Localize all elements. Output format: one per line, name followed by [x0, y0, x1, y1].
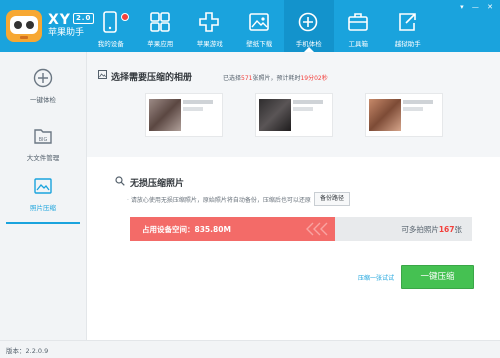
album-card[interactable]: [365, 93, 443, 137]
active-indicator: [6, 222, 80, 224]
gamepad-icon: [199, 12, 219, 32]
saved-suffix: 张: [454, 225, 463, 234]
nav-wallpaper-download[interactable]: 壁纸下载: [235, 0, 285, 52]
compress-description: · 请放心使用无损压缩照片，原始照片将自动备份，压缩后也可以还原: [127, 195, 311, 204]
album-card[interactable]: [145, 93, 223, 137]
compress-title: 无损压缩照片: [130, 179, 185, 189]
album-thumbnail: [149, 99, 181, 131]
info-prefix: 已选择: [223, 75, 242, 82]
nav-label: 壁纸下载: [246, 40, 273, 48]
time-estimate: 19分02秒: [300, 75, 328, 82]
nav-label: 工具箱: [348, 40, 369, 48]
top-nav-bar: XY2.0 苹果助手 我的设备 苹果应用 苹果游戏 壁纸下载 手机体检 工具箱: [0, 0, 500, 52]
album-thumbnail: [259, 99, 291, 131]
backup-path-button[interactable]: 备份路径: [314, 192, 350, 206]
nav-jailbreak-helper[interactable]: 越狱助手: [383, 0, 433, 52]
plus-circle-icon: [298, 12, 318, 32]
image-icon: [248, 13, 269, 31]
sidebar-item-one-click-check[interactable]: 一键体检: [0, 56, 86, 116]
status-bar: 版本：2.2.0.9: [0, 340, 500, 358]
extra-photos-text: 可多拍照片167张: [401, 224, 462, 235]
svg-text:BIG: BIG: [39, 137, 48, 143]
storage-progress-bar: 占用设备空间：835.80M 可多拍照片167张: [130, 217, 472, 241]
space-label: 占用设备空间：: [142, 225, 195, 234]
sidebar-item-photo-compress[interactable]: 照片压缩: [0, 164, 86, 224]
photo-icon: [34, 178, 52, 194]
album-count-blur: [293, 107, 313, 111]
album-name-blur: [403, 100, 433, 104]
nav-label: 苹果应用: [147, 40, 174, 48]
selected-count: 571: [241, 75, 253, 82]
space-value: 835.80M: [194, 225, 231, 234]
sidebar-item-label: 一键体检: [30, 96, 56, 104]
export-icon: [399, 13, 416, 31]
try-one-link[interactable]: 压缩一张试试: [358, 273, 394, 282]
nav-label: 越狱助手: [394, 40, 421, 48]
plus-circle-icon: [33, 68, 53, 88]
album-name-blur: [293, 100, 323, 104]
nav-apple-apps[interactable]: 苹果应用: [136, 0, 186, 52]
album-name-blur: [183, 100, 213, 104]
one-click-compress-button[interactable]: 一键压缩: [401, 265, 474, 289]
notification-dot: [121, 13, 129, 21]
description-text: 请放心使用无损压缩照片，原始照片将自动备份，压缩后也可以还原: [130, 197, 311, 204]
nav-label: 我的设备: [97, 40, 124, 48]
sidebar-item-label: 大文件管理: [26, 154, 60, 162]
nav-phone-checkup[interactable]: 手机体检: [284, 0, 334, 52]
window-controls[interactable]: ▾ — ✕: [460, 3, 496, 11]
album-selection-info: 已选择571张照片，预计耗时19分02秒: [223, 73, 328, 82]
version-text: 版本：2.2.0.9: [6, 347, 49, 355]
sidebar-item-label: 照片压缩: [30, 204, 56, 212]
app-logo-icon[interactable]: [4, 6, 44, 46]
main-nav: 我的设备 苹果应用 苹果游戏 壁纸下载 手机体检 工具箱 越狱助手: [86, 0, 433, 52]
nav-toolbox[interactable]: 工具箱: [334, 0, 384, 52]
saved-count: 167: [438, 225, 455, 234]
nav-apple-games[interactable]: 苹果游戏: [185, 0, 235, 52]
album-count-blur: [403, 107, 423, 111]
toolbox-icon: [347, 13, 368, 31]
sidebar: 一键体检 BIG 大文件管理 照片压缩: [0, 52, 87, 340]
search-icon: [115, 176, 125, 186]
album-card[interactable]: [255, 93, 333, 137]
info-middle: 张照片，预计耗时: [252, 75, 301, 82]
album-section-title: 选择需要压缩的相册: [111, 73, 193, 83]
storage-usage-text: 占用设备空间：835.80M: [142, 224, 231, 235]
saved-prefix: 可多拍照片: [401, 225, 439, 234]
device-icon: [103, 11, 117, 33]
nav-my-device[interactable]: 我的设备: [86, 0, 136, 52]
brand-name: XY: [48, 12, 71, 28]
album-count-blur: [183, 107, 203, 111]
album-icon: [98, 70, 107, 79]
big-file-icon: BIG: [34, 129, 52, 144]
nav-label: 苹果游戏: [196, 40, 223, 48]
apps-grid-icon: [149, 12, 170, 32]
album-thumbnail: [369, 99, 401, 131]
chevron-left-icon: [306, 222, 328, 236]
